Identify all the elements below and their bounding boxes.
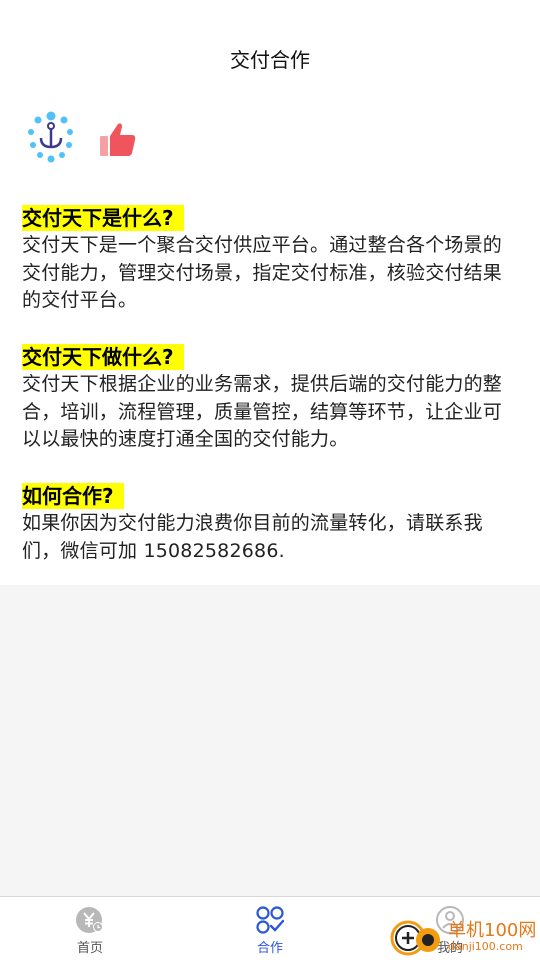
page-title: 交付合作 bbox=[230, 48, 310, 72]
tab-label: 合作 bbox=[256, 941, 283, 956]
tab-cooperation[interactable]: 合作 bbox=[210, 897, 330, 960]
section-title: 交付天下做什么? bbox=[22, 344, 184, 370]
watermark-logo: 单机100网 danji100.com bbox=[388, 912, 540, 960]
main-content: 交付合作 交付天下是什么? 交付天下是一个聚合交付供应平台。通过整合各个场景的交… bbox=[0, 0, 540, 585]
section-body: 交付天下根据企业的业务需求，提供后端的交付能力的整合，培训，流程管理，质量管控，… bbox=[22, 373, 503, 450]
watermark-text: 单机100网 bbox=[448, 920, 537, 941]
watermark-url: danji100.com bbox=[448, 940, 523, 953]
tab-home[interactable]: 首页 bbox=[30, 897, 150, 960]
section-body: 如果你因为交付能力浪费你目前的流量转化，请联系我们，微信可加 150825826… bbox=[22, 512, 483, 562]
yuan-clock-icon bbox=[76, 907, 103, 933]
thumbs-up-icon bbox=[100, 123, 136, 156]
section-what: 交付天下是什么? 交付天下是一个聚合交付供应平台。通过整合各个场景的交付能力，管… bbox=[22, 205, 518, 315]
app-logo-icon bbox=[28, 111, 73, 163]
watermark-icon bbox=[390, 920, 440, 956]
section-body: 交付天下是一个聚合交付供应平台。通过整合各个场景的交付能力，管理交付场景，指定交… bbox=[22, 234, 503, 311]
tab-label: 首页 bbox=[76, 941, 103, 956]
section-title: 交付天下是什么? bbox=[22, 205, 184, 231]
section-title: 如何合作? bbox=[22, 483, 124, 509]
grid-check-icon bbox=[256, 906, 285, 934]
section-how: 如何合作? 如果你因为交付能力浪费你目前的流量转化，请联系我们，微信可加 150… bbox=[22, 483, 518, 565]
section-do: 交付天下做什么? 交付天下根据企业的业务需求，提供后端的交付能力的整合，培训，流… bbox=[22, 344, 518, 454]
